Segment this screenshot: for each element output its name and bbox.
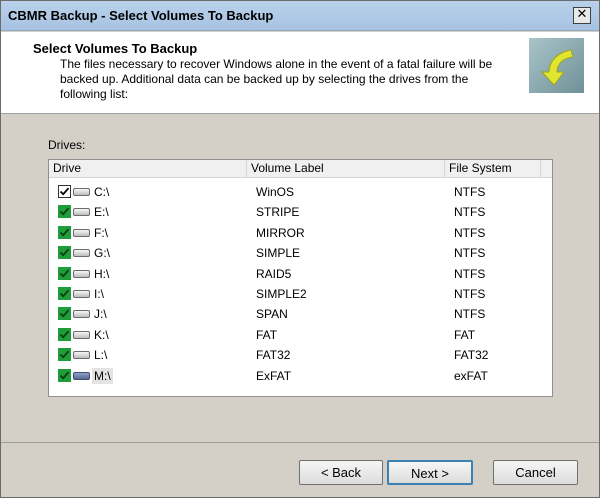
hard-drive-icon — [73, 371, 90, 380]
volume-label: SIMPLE — [256, 246, 301, 261]
table-row[interactable]: E:\ STRIPE NTFS — [49, 202, 552, 222]
hard-drive-icon — [73, 330, 90, 339]
drives-list[interactable]: Drive Volume Label File System C:\ WinOS N… — [48, 159, 553, 397]
volume-label: ExFAT — [256, 368, 292, 383]
hard-drive-icon — [73, 249, 90, 258]
hard-drive-icon — [73, 269, 90, 278]
drive-letter: H:\ — [94, 266, 110, 281]
divider — [1, 442, 599, 443]
drive-checkbox[interactable] — [58, 266, 71, 280]
file-system: exFAT — [454, 368, 488, 383]
table-row[interactable]: C:\ WinOS NTFS — [49, 182, 552, 202]
drive-checkbox[interactable] — [58, 246, 71, 260]
file-system: NTFS — [454, 266, 486, 281]
drive-letter: J:\ — [94, 307, 107, 322]
table-row[interactable]: M:\ ExFAT exFAT — [49, 366, 552, 386]
drive-letter: M:\ — [92, 367, 113, 384]
drive-checkbox[interactable] — [58, 287, 71, 300]
list-header: Drive Volume Label File System — [49, 160, 552, 178]
volume-label: RAID5 — [256, 266, 292, 281]
hard-drive-icon — [73, 351, 90, 360]
drive-letter: C:\ — [94, 185, 110, 199]
close-icon: ✕ — [576, 7, 588, 22]
file-system: NTFS — [454, 246, 486, 261]
volume-label: MIRROR — [256, 225, 305, 240]
table-row[interactable]: I:\ SIMPLE2 NTFS — [49, 284, 552, 304]
drive-letter: E:\ — [94, 205, 109, 220]
drive-checkbox[interactable] — [58, 225, 71, 239]
back-button[interactable]: < Back — [299, 460, 383, 485]
column-header-drive[interactable]: Drive — [49, 160, 247, 178]
drive-letter: G:\ — [94, 246, 111, 261]
file-system: NTFS — [454, 225, 486, 240]
window-title: CBMR Backup - Select Volumes To Backup — [8, 8, 274, 23]
file-system: NTFS — [454, 307, 486, 322]
title-bar: CBMR Backup - Select Volumes To Backup ✕ — [1, 1, 599, 31]
volume-label: SPAN — [256, 307, 288, 322]
drives-label: Drives: — [48, 138, 86, 152]
volume-label: FAT — [256, 327, 278, 342]
table-row[interactable]: K:\ FAT FAT — [49, 325, 552, 345]
volume-label: SIMPLE2 — [256, 287, 307, 301]
wizard-header: Select Volumes To Backup The files neces… — [1, 32, 599, 114]
drive-checkbox[interactable] — [58, 185, 71, 198]
file-system: NTFS — [454, 205, 486, 220]
hard-drive-icon — [73, 228, 90, 237]
column-header-volume-label[interactable]: Volume Label — [247, 160, 445, 178]
hard-drive-icon — [73, 290, 90, 298]
drive-checkbox[interactable] — [58, 205, 71, 219]
table-row[interactable]: L:\ FAT32 FAT32 — [49, 345, 552, 365]
volume-label: FAT32 — [256, 348, 291, 363]
page-title: Select Volumes To Backup — [33, 41, 198, 56]
cancel-button[interactable]: Cancel — [493, 460, 578, 485]
table-row[interactable]: J:\ SPAN NTFS — [49, 304, 552, 324]
column-header-file-system[interactable]: File System — [445, 160, 541, 178]
drive-checkbox[interactable] — [58, 348, 71, 362]
drive-letter: I:\ — [94, 287, 105, 301]
drive-letter: F:\ — [94, 225, 108, 240]
arrow-curve-icon — [529, 38, 584, 93]
volume-label: STRIPE — [256, 205, 300, 220]
drive-checkbox[interactable] — [58, 327, 71, 341]
drive-letter: K:\ — [94, 327, 109, 342]
volume-label: WinOS — [256, 185, 295, 199]
table-row[interactable]: G:\ SIMPLE NTFS — [49, 243, 552, 263]
hard-drive-icon — [73, 188, 90, 196]
file-system: FAT32 — [454, 348, 489, 363]
wizard-window: CBMR Backup - Select Volumes To Backup ✕… — [0, 0, 600, 498]
hard-drive-icon — [73, 310, 90, 319]
table-row[interactable]: F:\ MIRROR NTFS — [49, 223, 552, 243]
table-row[interactable]: H:\ RAID5 NTFS — [49, 264, 552, 284]
page-description: The files necessary to recover Windows a… — [60, 57, 493, 101]
drive-checkbox[interactable] — [58, 368, 71, 382]
close-button[interactable]: ✕ — [573, 7, 591, 24]
file-system: NTFS — [454, 287, 486, 301]
next-button[interactable]: Next > — [387, 460, 473, 485]
drive-checkbox[interactable] — [58, 307, 71, 321]
file-system: FAT — [454, 327, 476, 342]
file-system: NTFS — [454, 185, 486, 199]
drive-letter: L:\ — [94, 348, 108, 363]
hard-drive-icon — [73, 208, 90, 217]
